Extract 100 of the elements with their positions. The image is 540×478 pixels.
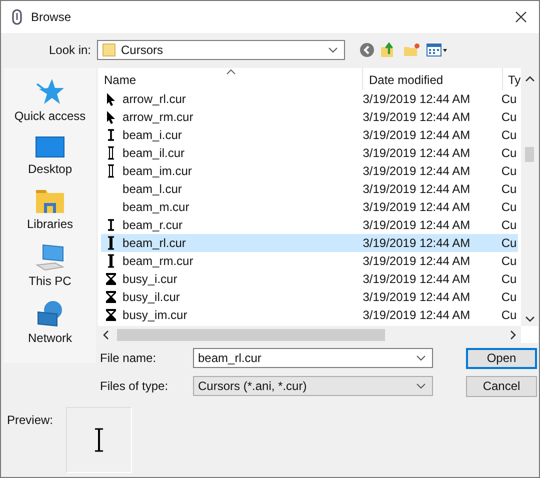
type-cell-text: Cu: [500, 146, 518, 160]
date-cell-text: 3/19/2019 12:44 AM: [362, 272, 472, 286]
chevron-down-icon: [416, 355, 426, 361]
type-cell-text: Cu: [500, 128, 518, 142]
file-row[interactable]: arrow_rl.cur 3/19/2019 12:44 AM Cu: [101, 90, 518, 108]
date-cell-text: 3/19/2019 12:44 AM: [362, 110, 472, 124]
text-cursor-icon: [106, 146, 115, 160]
scroll-thumb[interactable]: [117, 328, 385, 340]
place-item[interactable]: Desktop: [28, 135, 72, 176]
file-row[interactable]: beam_il.cur 3/19/2019 12:44 AM Cu: [101, 144, 518, 162]
file-name-cell-text: beam_rm.cur: [122, 254, 194, 268]
paperclip-icon: [11, 9, 23, 25]
text-cursor-icon: [106, 219, 115, 231]
text-cursor-icon: [106, 129, 115, 141]
file-name-cell-text: beam_il.cur: [122, 146, 186, 160]
hourglass-icon: [104, 308, 117, 322]
scroll-right-icon[interactable]: [510, 330, 516, 340]
date-cell-text: 3/19/2019 12:44 AM: [362, 200, 472, 214]
file-name-label: File name:: [99, 351, 158, 365]
date-cell-text: 3/19/2019 12:44 AM: [362, 164, 472, 178]
network-icon: [34, 300, 65, 328]
type-cell-text: Cu: [500, 218, 518, 232]
hourglass-icon: [104, 290, 117, 304]
date-cell-text: 3/19/2019 12:44 AM: [362, 218, 472, 232]
date-cell-text: 3/19/2019 12:44 AM: [362, 308, 472, 322]
arrow-cursor-icon: [106, 110, 116, 124]
column-header[interactable]: Name: [98, 68, 363, 90]
file-row[interactable]: beam_i.cur 3/19/2019 12:44 AM Cu: [101, 126, 518, 144]
close-icon[interactable]: [515, 11, 527, 23]
date-cell-text: 3/19/2019 12:44 AM: [362, 146, 472, 160]
file-name-cell-text: beam_i.cur: [122, 128, 183, 142]
new-folder-icon[interactable]: [403, 42, 421, 58]
arrow-cursor-icon: [106, 92, 116, 106]
chevron-down-icon: [328, 47, 338, 53]
type-cell-text: Cu: [500, 92, 518, 106]
date-cell-text: 3/19/2019 12:44 AM: [362, 236, 472, 250]
file-name-cell-text: beam_im.cur: [122, 164, 193, 178]
type-cell-text: Cu: [500, 290, 518, 304]
type-cell-text: Cu: [500, 182, 518, 196]
folder-icon: [102, 43, 116, 57]
file-row[interactable]: beam_im.cur 3/19/2019 12:44 AM Cu: [101, 162, 518, 180]
text-cursor-icon: [106, 254, 115, 268]
file-name-cell-text: beam_rl.cur: [122, 236, 187, 250]
file-row[interactable]: busy_i.cur 3/19/2019 12:44 AM Cu: [101, 270, 518, 288]
date-cell-text: 3/19/2019 12:44 AM: [362, 290, 472, 304]
text-cursor-icon: [106, 236, 115, 250]
date-cell-text: 3/19/2019 12:44 AM: [362, 128, 472, 142]
place-item[interactable]: Network: [28, 300, 72, 345]
file-name-cell-text: beam_m.cur: [122, 200, 190, 214]
window-title: Browse: [31, 10, 72, 24]
vertical-scrollbar[interactable]: [521, 68, 538, 326]
look-in-label: Look in:: [48, 43, 92, 57]
file-name-cell-text: busy_i.cur: [122, 272, 178, 286]
type-cell-text: Cu: [500, 236, 518, 250]
file-name-cell-text: arrow_rl.cur: [122, 92, 187, 106]
file-row[interactable]: busy_il.cur 3/19/2019 12:44 AM Cu: [101, 288, 518, 306]
view-menu-icon[interactable]: [426, 42, 448, 58]
scroll-thumb[interactable]: [525, 147, 534, 162]
column-header[interactable]: Ty: [503, 68, 523, 90]
horizontal-scrollbar[interactable]: [98, 326, 521, 343]
type-cell-text: Cu: [500, 110, 518, 124]
file-name-cell-text: busy_il.cur: [122, 290, 181, 304]
star-icon: [34, 78, 65, 106]
file-row[interactable]: arrow_rm.cur 3/19/2019 12:44 AM Cu: [101, 108, 518, 126]
place-item[interactable]: This PC: [28, 243, 72, 288]
scroll-up-icon[interactable]: [524, 76, 534, 82]
desktop-icon: [35, 135, 65, 159]
place-item[interactable]: Quick access: [14, 78, 86, 123]
hourglass-icon: [104, 272, 117, 286]
scroll-down-icon[interactable]: [524, 316, 534, 322]
file-name-cell-text: beam_r.cur: [122, 218, 184, 232]
file-row[interactable]: beam_rl.cur 3/19/2019 12:44 AM Cu: [101, 234, 518, 252]
file-type-dropdown[interactable]: Cursors (*.ani, *.cur): [193, 376, 433, 396]
file-row[interactable]: beam_r.cur 3/19/2019 12:44 AM Cu: [101, 216, 518, 234]
sort-caret-icon: [226, 69, 236, 75]
file-row[interactable]: beam_l.cur 3/19/2019 12:44 AM Cu: [101, 180, 518, 198]
type-cell-text: Cu: [500, 272, 518, 286]
chevron-down-icon: [416, 383, 426, 389]
open-button[interactable]: Open: [466, 348, 537, 368]
type-cell-text: Cu: [500, 164, 518, 178]
date-cell-text: 3/19/2019 12:44 AM: [362, 182, 472, 196]
column-header[interactable]: Date modified: [363, 68, 503, 90]
file-row[interactable]: beam_m.cur 3/19/2019 12:44 AM Cu: [101, 198, 518, 216]
place-item[interactable]: Libraries: [26, 188, 74, 231]
file-row[interactable]: beam_rm.cur 3/19/2019 12:44 AM Cu: [101, 252, 518, 270]
date-cell-text: 3/19/2019 12:44 AM: [362, 254, 472, 268]
scroll-left-icon[interactable]: [103, 330, 109, 340]
library-folder-icon: [35, 188, 65, 214]
back-icon[interactable]: [359, 42, 375, 58]
look-in-dropdown[interactable]: Cursors: [97, 40, 345, 60]
file-name-field[interactable]: beam_rl.cur: [193, 348, 433, 368]
cancel-button[interactable]: Cancel: [466, 376, 537, 396]
file-type-label: Files of type:: [99, 379, 170, 393]
type-cell-text: Cu: [500, 308, 518, 322]
preview-label: Preview:: [7, 413, 54, 429]
type-cell-text: Cu: [500, 254, 518, 268]
date-cell-text: 3/19/2019 12:44 AM: [362, 92, 472, 106]
file-name-cell-text: beam_l.cur: [122, 182, 183, 196]
file-row[interactable]: busy_im.cur 3/19/2019 12:44 AM Cu: [101, 306, 518, 324]
computer-icon: [35, 243, 65, 271]
